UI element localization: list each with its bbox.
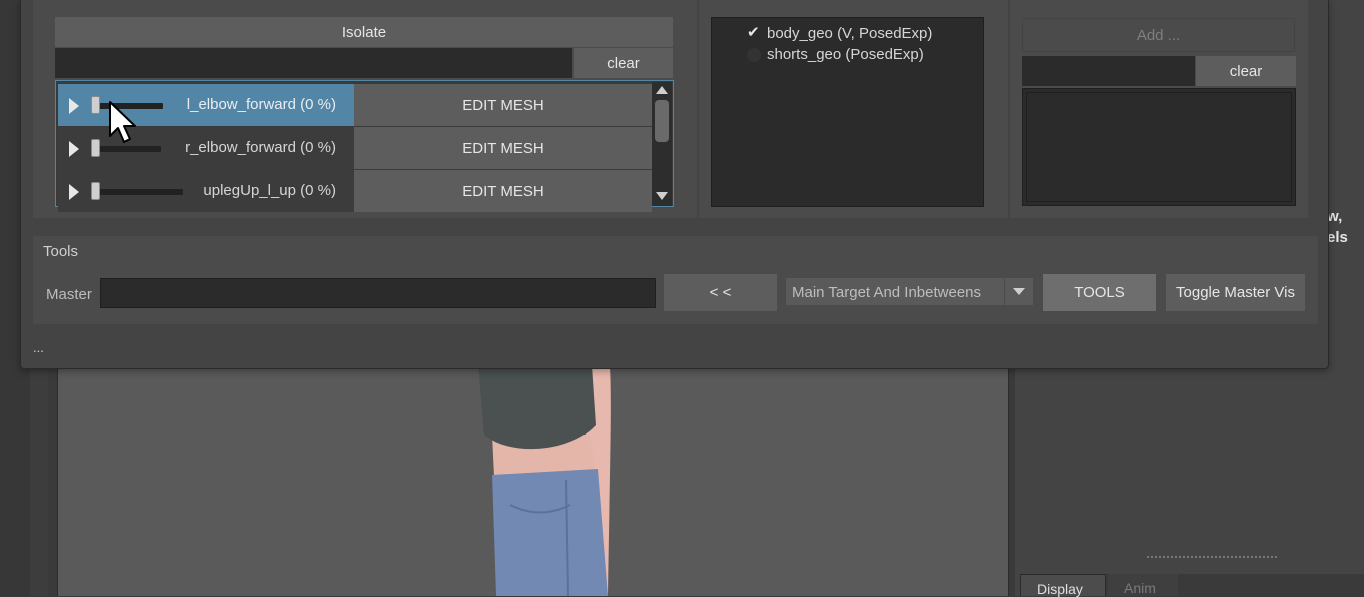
- geo-item-shorts[interactable]: shorts_geo (PosedExp): [767, 46, 924, 63]
- expand-arrow-icon[interactable]: [69, 184, 79, 200]
- toggle-master-vis-button[interactable]: Toggle Master Vis: [1166, 274, 1305, 311]
- mouse-cursor-icon: [109, 101, 136, 143]
- checkmark-icon[interactable]: ✔: [747, 23, 760, 41]
- tools-group-title: Tools: [43, 243, 79, 260]
- shape-row[interactable]: r_elbow_forward (0 %): [58, 127, 354, 169]
- shape-row[interactable]: l_elbow_forward (0 %): [58, 84, 354, 126]
- edit-mesh-button[interactable]: EDIT MESH: [354, 127, 652, 169]
- geometry-list[interactable]: ✔ body_geo (V, PosedExp) shorts_geo (Pos…: [711, 17, 984, 207]
- tools-button[interactable]: TOOLS: [1043, 274, 1156, 311]
- bottom-tab-bar: Display Anim: [1020, 574, 1364, 597]
- scroll-thumb[interactable]: [655, 100, 669, 142]
- shape-label: r_elbow_forward (0 %): [185, 139, 336, 156]
- targets-group: Add ... clear: [1010, 0, 1308, 218]
- target-filter-input[interactable]: [1022, 56, 1195, 86]
- mode-dropdown[interactable]: Main Target And Inbetweens: [786, 278, 1004, 305]
- shape-list[interactable]: l_elbow_forward (0 %) EDIT MESH r_elbow_…: [55, 80, 674, 212]
- status-text: ...: [33, 340, 44, 355]
- edit-mesh-button[interactable]: EDIT MESH: [354, 170, 652, 212]
- tab-anim[interactable]: Anim: [1108, 574, 1178, 596]
- target-list[interactable]: [1022, 88, 1296, 206]
- shape-filter-clear-button[interactable]: clear: [574, 48, 673, 78]
- master-label: Master: [46, 286, 92, 303]
- shape-list-scrollbar[interactable]: [652, 82, 672, 206]
- slider-handle[interactable]: [91, 139, 100, 157]
- geometry-group: ✔ body_geo (V, PosedExp) shorts_geo (Pos…: [699, 0, 1008, 218]
- background-partial-text-2: els: [1327, 229, 1348, 246]
- shape-row[interactable]: uplegUp_l_up (0 %): [58, 170, 354, 212]
- panel-resize-handle[interactable]: [1147, 556, 1277, 562]
- unchecked-icon[interactable]: [747, 48, 761, 62]
- chevron-down-icon: [1013, 288, 1025, 295]
- add-button[interactable]: Add ...: [1022, 18, 1295, 52]
- expand-arrow-icon[interactable]: [69, 141, 79, 157]
- tools-group: Tools Master < < Main Target And Inbetwe…: [33, 236, 1318, 324]
- expand-arrow-icon[interactable]: [69, 98, 79, 114]
- background-partial-text-1: w,: [1327, 208, 1343, 225]
- shape-filter-input[interactable]: [55, 48, 572, 78]
- back-button[interactable]: < <: [664, 274, 777, 311]
- slider-handle[interactable]: [91, 182, 100, 200]
- target-filter-clear-button[interactable]: clear: [1196, 56, 1296, 86]
- weight-slider[interactable]: [91, 146, 161, 152]
- shape-editor-dialog: Isolate clear l_elbow_forward (0 %) EDIT…: [20, 0, 1329, 369]
- edit-mesh-button[interactable]: EDIT MESH: [354, 84, 652, 126]
- master-input[interactable]: [100, 278, 656, 308]
- weight-slider[interactable]: [91, 189, 183, 195]
- slider-handle[interactable]: [91, 96, 100, 114]
- background-left-toolbar: [30, 360, 48, 596]
- mode-dropdown-toggle[interactable]: [1005, 278, 1033, 305]
- tab-display[interactable]: Display: [1020, 574, 1106, 597]
- geo-item-body[interactable]: body_geo (V, PosedExp): [767, 25, 932, 42]
- isolate-button[interactable]: Isolate: [55, 17, 673, 47]
- shape-label: l_elbow_forward (0 %): [186, 96, 336, 113]
- scroll-down-arrow-icon[interactable]: [656, 192, 668, 200]
- shape-label: uplegUp_l_up (0 %): [203, 182, 336, 199]
- character-model: [478, 365, 611, 596]
- scroll-up-arrow-icon[interactable]: [656, 86, 668, 94]
